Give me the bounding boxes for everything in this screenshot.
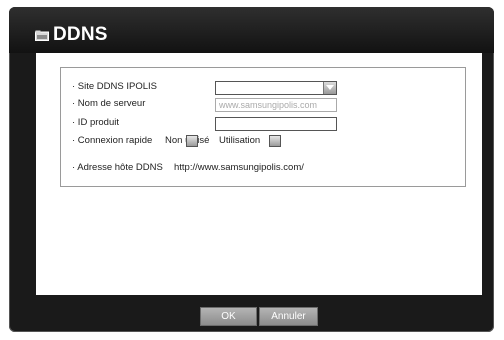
cancel-button[interactable]: Annuler xyxy=(259,307,318,326)
chevron-down-icon[interactable] xyxy=(323,82,336,94)
not-used-checkbox[interactable] xyxy=(186,135,198,147)
title-bar: DDNS xyxy=(9,7,494,53)
site-label: · Site DDNS IPOLIS xyxy=(72,81,157,92)
quick-connect-label: · Connexion rapide xyxy=(72,135,153,146)
server-label: · Nom de serveur xyxy=(72,98,146,109)
site-dropdown[interactable] xyxy=(215,81,337,95)
ddns-dialog: DDNS · Site DDNS IPOLIS · Nom de serveur… xyxy=(9,7,494,332)
server-field[interactable]: www.samsungipolis.com xyxy=(215,98,337,112)
button-bar: OK Annuler xyxy=(9,295,494,332)
folder-icon xyxy=(35,30,49,41)
dialog-title: DDNS xyxy=(53,24,108,45)
use-checkbox[interactable] xyxy=(269,135,281,147)
product-id-label: · ID produit xyxy=(72,117,119,128)
ok-button[interactable]: OK xyxy=(200,307,257,326)
use-label: Utilisation xyxy=(219,135,261,146)
host-address-label: · Adresse hôte DDNS xyxy=(72,162,163,173)
host-address-value: http://www.samsungipolis.com/ xyxy=(174,162,304,173)
content-panel: · Site DDNS IPOLIS · Nom de serveur www.… xyxy=(36,53,482,295)
product-id-field[interactable] xyxy=(215,117,337,131)
settings-group: · Site DDNS IPOLIS · Nom de serveur www.… xyxy=(60,67,466,187)
site-dropdown-value xyxy=(216,87,219,97)
